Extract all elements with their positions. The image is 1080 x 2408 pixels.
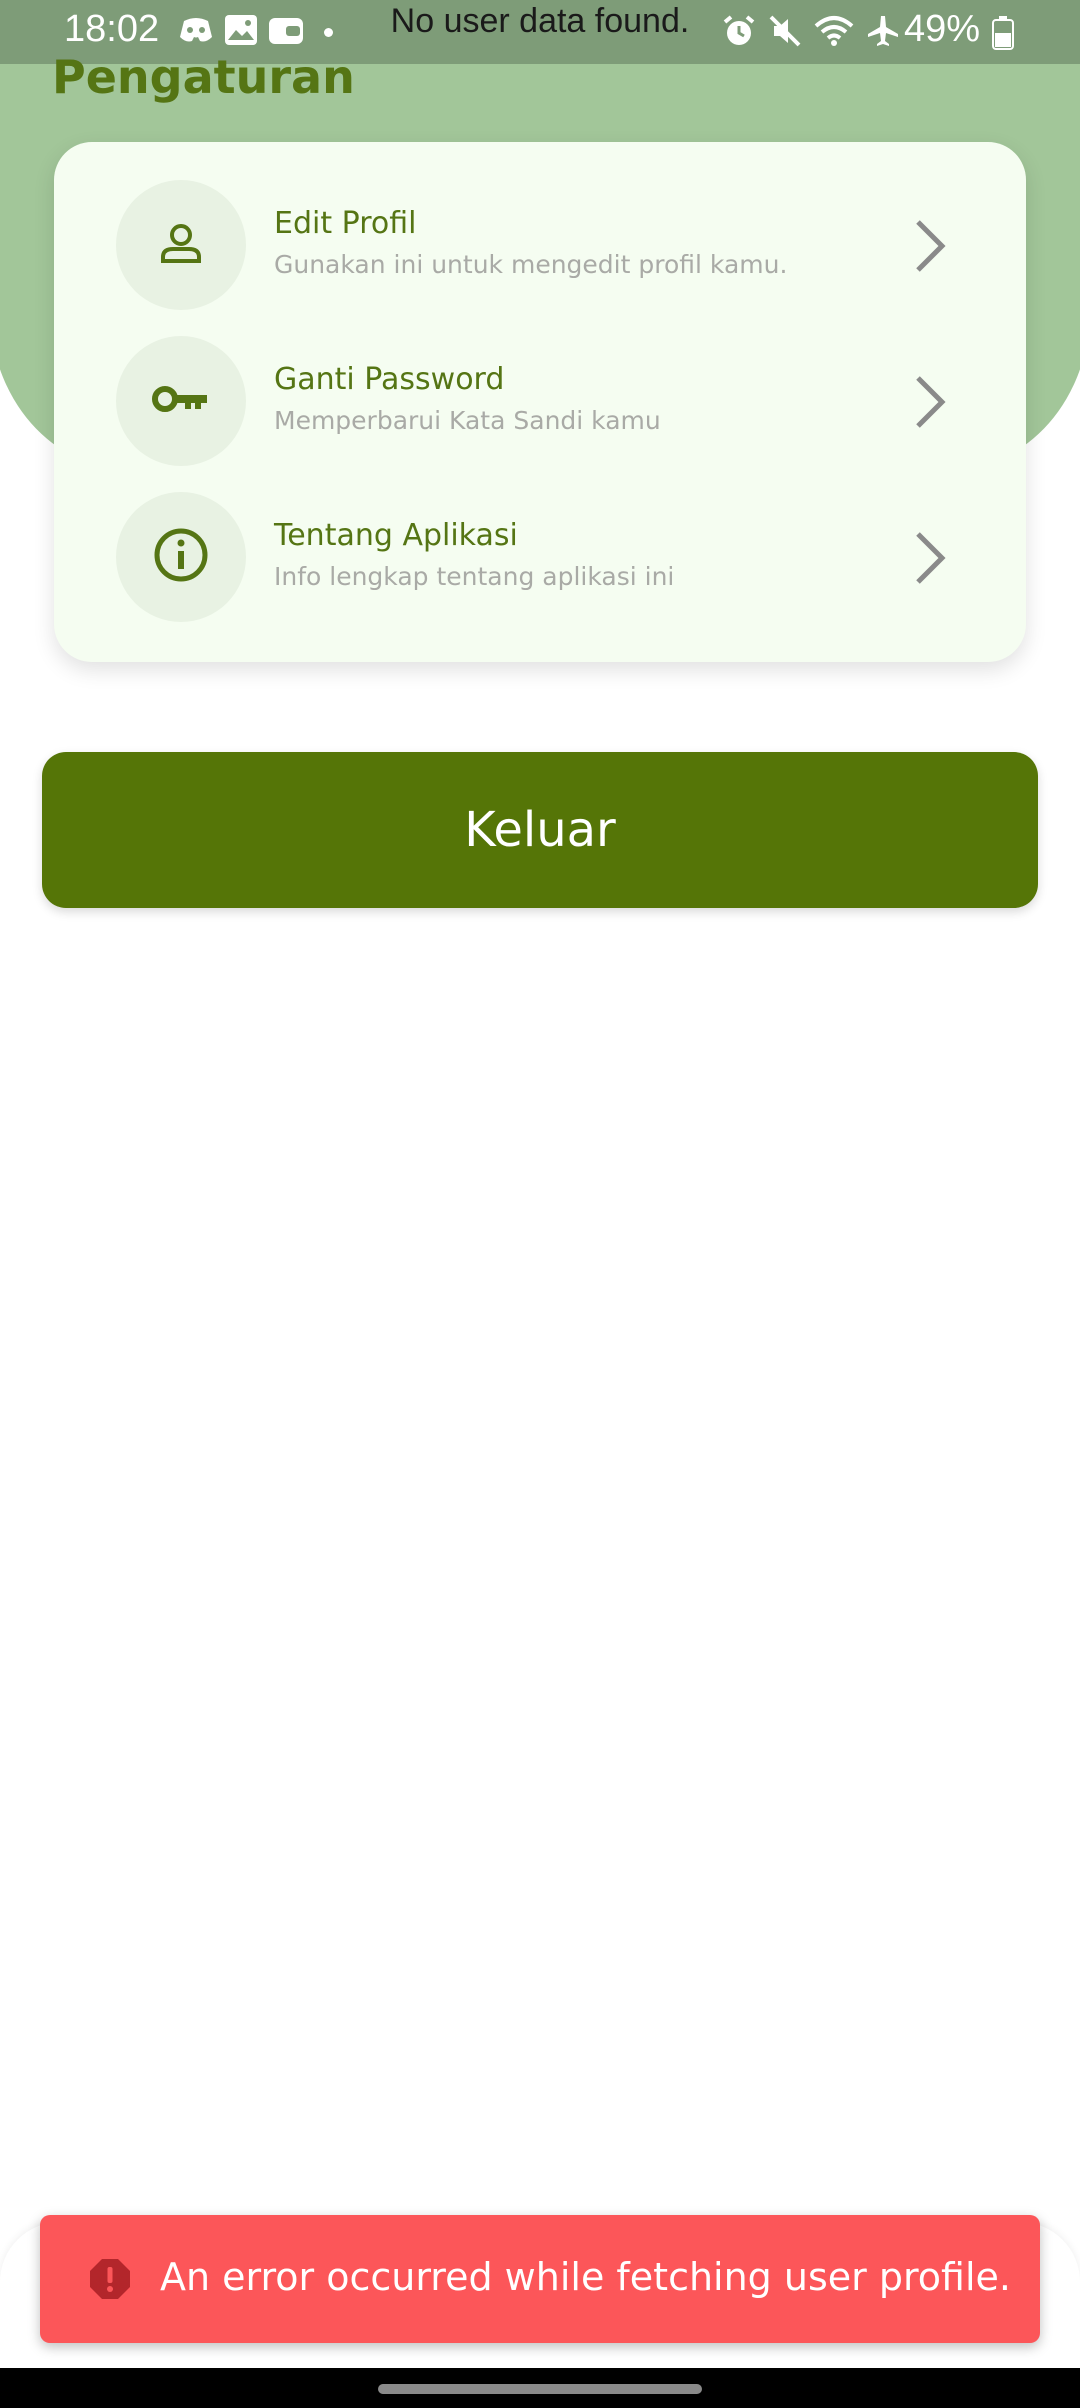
page-title: Pengaturan [52, 50, 355, 104]
menu-item-title: Ganti Password [274, 362, 505, 397]
menu-item-subtitle: Gunakan ini untuk mengedit profil kamu. [274, 250, 788, 279]
menu-item-subtitle: Info lengkap tentang aplikasi ini [274, 562, 675, 591]
settings-card: Edit Profil Gunakan ini untuk mengedit p… [54, 142, 1026, 662]
snackbar-message: An error occurred while fetching user pr… [160, 2255, 1011, 2299]
menu-item-edit-profile[interactable]: Edit Profil Gunakan ini untuk mengedit p… [54, 180, 1026, 320]
no-user-data-toast: No user data found. [390, 2, 690, 40]
chevron-right-icon [910, 528, 950, 592]
error-snackbar: An error occurred while fetching user pr… [40, 2215, 1040, 2343]
menu-item-about-app[interactable]: Tentang Aplikasi Info lengkap tentang ap… [54, 492, 1026, 632]
menu-item-title: Edit Profil [274, 206, 417, 241]
user-icon [157, 219, 205, 271]
navigation-bar [0, 2368, 1080, 2408]
menu-item-subtitle: Memperbarui Kata Sandi kamu [274, 406, 661, 435]
info-icon [153, 527, 209, 587]
home-gesture-handle[interactable] [378, 2384, 702, 2394]
menu-item-title: Tentang Aplikasi [274, 518, 518, 553]
menu-icon-circle [116, 492, 246, 622]
logout-button[interactable]: Keluar [42, 752, 1038, 908]
menu-icon-circle [116, 336, 246, 466]
menu-icon-circle [116, 180, 246, 310]
chevron-right-icon [910, 216, 950, 280]
chevron-right-icon [910, 372, 950, 436]
key-icon [151, 381, 211, 421]
settings-screen: 18:02 49% No user data found. Pengaturan… [0, 0, 1080, 2408]
menu-item-change-password[interactable]: Ganti Password Memperbarui Kata Sandi ka… [54, 336, 1026, 476]
error-icon [88, 2257, 132, 2305]
